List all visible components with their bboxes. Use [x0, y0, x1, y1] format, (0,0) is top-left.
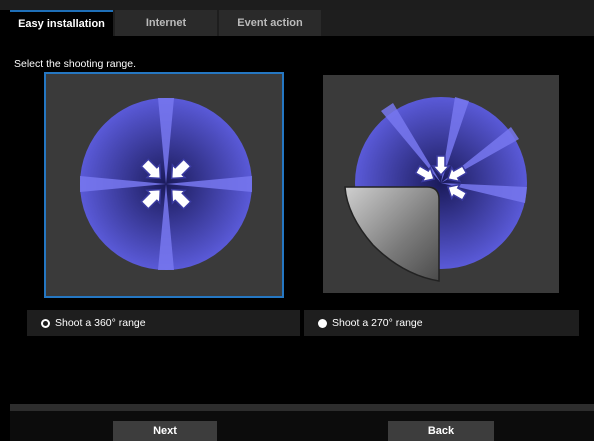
tab-easy-installation[interactable]: Easy installation: [10, 10, 113, 36]
camera-360-icon: [80, 98, 252, 270]
bottom-separator: [10, 404, 594, 411]
bottom-bar: [10, 411, 594, 441]
range-270-image[interactable]: [323, 75, 559, 293]
tab-internet[interactable]: Internet: [115, 10, 217, 36]
radio-button[interactable]: [318, 318, 327, 328]
radio-label-360: Shoot a 360° range: [55, 317, 146, 329]
next-button[interactable]: Next: [113, 421, 217, 441]
range-360-image[interactable]: [44, 72, 284, 298]
radio-label-270: Shoot a 270° range: [332, 317, 423, 329]
camera-270-icon: [344, 97, 527, 283]
radio-option-360[interactable]: Shoot a 360° range: [27, 310, 300, 336]
top-strip: [0, 0, 594, 10]
radio-option-270[interactable]: Shoot a 270° range: [304, 310, 579, 336]
radio-button-selected[interactable]: [41, 318, 50, 328]
instruction-text: Select the shooting range.: [14, 58, 137, 70]
tab-event-action[interactable]: Event action: [219, 10, 321, 36]
back-button[interactable]: Back: [388, 421, 494, 441]
